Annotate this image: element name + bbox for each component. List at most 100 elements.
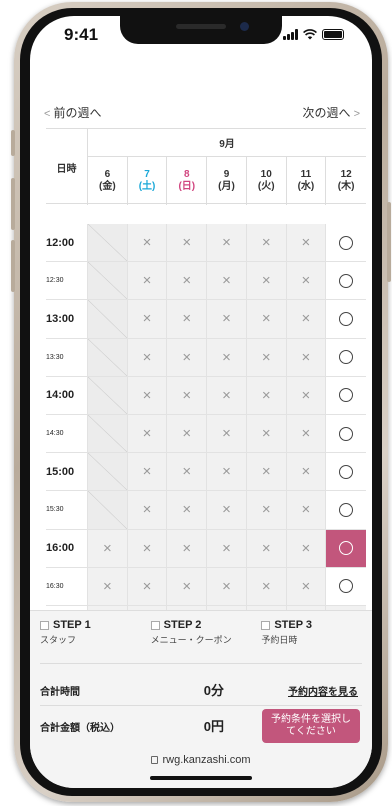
slot-available[interactable] — [326, 491, 366, 529]
day-header: 10 (火) — [247, 157, 287, 205]
cross-icon: × — [301, 234, 311, 252]
slot-available[interactable] — [326, 567, 366, 605]
cross-icon: × — [182, 234, 192, 252]
slot-unavailable: × — [167, 491, 208, 529]
slot-available[interactable] — [326, 300, 366, 338]
cross-icon: × — [301, 463, 311, 481]
day-header: 6 (金) — [88, 157, 128, 205]
cross-icon: × — [102, 539, 112, 557]
step-title: STEP 3 — [274, 619, 313, 631]
slot-available[interactable] — [326, 224, 366, 262]
step-subtitle: スタッフ — [40, 635, 77, 645]
slot-unavailable: × — [167, 338, 208, 376]
calendar-rows: 12:00 × × × × × 12:30 × × × × × 13:00 × × × × × 13:30 × × × × ×… — [46, 224, 366, 645]
slot-unavailable: × — [286, 567, 327, 605]
slot-unavailable: × — [207, 376, 247, 414]
cross-icon: × — [222, 501, 231, 519]
cross-icon: × — [222, 234, 231, 252]
cross-icon: × — [301, 348, 311, 366]
cross-icon: × — [261, 539, 271, 557]
step-2: STEP 2 メニュー・クーポン — [150, 619, 262, 646]
cross-icon: × — [222, 425, 231, 443]
time-slot-row: 16:00 × × × × × × — [46, 529, 366, 568]
slot-unavailable: × — [246, 529, 287, 567]
camera — [240, 22, 249, 31]
cross-icon: × — [142, 310, 152, 328]
slot-unavailable: × — [286, 529, 327, 567]
time-label: 15:00 — [46, 453, 88, 491]
signal-icon — [283, 29, 298, 40]
step-heading: STEP 1 — [40, 619, 151, 631]
slot-unavailable: × — [167, 414, 208, 453]
slot-closed — [88, 338, 128, 376]
cross-icon: × — [182, 577, 192, 595]
circle-icon — [339, 388, 354, 403]
slot-unavailable: × — [207, 567, 247, 605]
cross-icon: × — [222, 310, 231, 328]
view-reservation-link[interactable]: 予約内容を見る — [288, 683, 358, 698]
slot-available[interactable] — [326, 453, 366, 491]
time-label: 15:30 — [46, 491, 88, 529]
slot-unavailable: × — [286, 224, 327, 262]
day-of-week: (木) — [337, 181, 355, 192]
cross-icon: × — [182, 272, 192, 290]
slot-available[interactable] — [326, 338, 366, 376]
status-time: 9:41 — [64, 25, 99, 44]
day-header: 11 (水) — [287, 157, 327, 205]
step-subtitle: メニュー・クーポン — [150, 635, 232, 645]
slot-unavailable: × — [127, 529, 168, 567]
cross-icon: × — [301, 310, 311, 328]
cross-icon: × — [261, 234, 271, 252]
slot-unavailable: × — [127, 567, 168, 605]
slot-unavailable: × — [207, 224, 247, 262]
slot-unavailable: × — [88, 529, 128, 567]
cross-icon: × — [261, 272, 271, 290]
slot-selected[interactable] — [326, 529, 366, 567]
day-number: 12 — [340, 169, 352, 180]
slot-unavailable: × — [246, 376, 287, 414]
slot-unavailable: × — [246, 414, 287, 453]
status-icons — [283, 29, 344, 40]
checkbox-icon — [40, 620, 49, 630]
slot-closed — [88, 453, 128, 491]
mute-switch — [11, 130, 15, 156]
chevron-right-icon: > — [350, 108, 360, 120]
slot-unavailable: × — [207, 414, 247, 453]
slot-unavailable: × — [286, 491, 327, 529]
calendar: 日時 9月 6 (金) 7 (土) 8 (日) 9 (月) 10 (火) 11 (水) 12 (木) 12… — [46, 128, 366, 645]
cross-icon: × — [261, 310, 271, 328]
slot-unavailable: × — [246, 453, 287, 491]
calendar-header: 日時 9月 6 (金) 7 (土) 8 (日) 9 (月) 10 (火) 11 (水) 12 (木) — [46, 128, 366, 205]
divider — [40, 663, 362, 664]
time-slot-row: 13:30 × × × × × — [46, 338, 366, 377]
time-label: 13:30 — [46, 338, 88, 376]
circle-icon — [339, 464, 354, 479]
speaker — [176, 24, 226, 29]
next-week-link[interactable]: 次の週へ > — [303, 104, 361, 121]
day-header: 8 (日) — [167, 157, 208, 205]
slot-unavailable: × — [127, 262, 168, 300]
cross-icon: × — [182, 386, 192, 404]
time-label: 16:00 — [46, 529, 88, 567]
divider — [40, 705, 362, 706]
cross-icon: × — [222, 348, 231, 366]
cross-icon: × — [182, 463, 192, 481]
url-bar[interactable]: rwg.kanzashi.com — [30, 754, 372, 766]
time-label: 12:00 — [46, 224, 88, 262]
slot-unavailable: × — [167, 224, 208, 262]
slot-unavailable: × — [286, 376, 327, 414]
slot-available[interactable] — [326, 414, 366, 453]
slot-available[interactable] — [326, 376, 366, 414]
circle-icon — [339, 426, 354, 441]
cross-icon: × — [142, 577, 152, 595]
slot-unavailable: × — [207, 491, 247, 529]
day-number: 11 — [300, 169, 312, 180]
slot-available[interactable] — [326, 262, 366, 300]
checkbox-icon — [261, 620, 271, 630]
cross-icon: × — [102, 577, 112, 595]
day-of-week: (土) — [138, 181, 156, 192]
select-conditions-button[interactable]: 予約条件を選択してください — [262, 709, 360, 743]
cross-icon: × — [301, 425, 311, 443]
time-slot-row: 12:30 × × × × × — [46, 262, 366, 301]
prev-week-link[interactable]: < 前の週へ — [44, 104, 102, 121]
